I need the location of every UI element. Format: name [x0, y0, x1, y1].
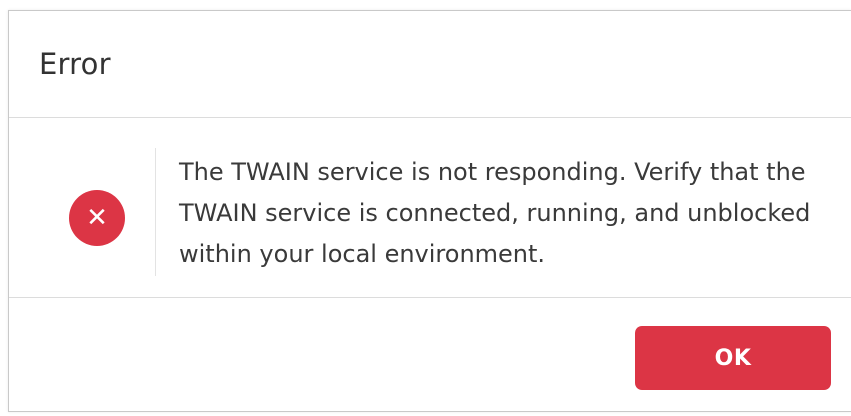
error-dialog: Error ✕ The TWAIN service is not respond…	[8, 10, 851, 412]
error-message: The TWAIN service is not responding. Ver…	[179, 158, 811, 268]
dialog-body: ✕ The TWAIN service is not responding. V…	[9, 118, 851, 298]
dialog-footer: OK	[9, 298, 851, 413]
error-icon: ✕	[69, 190, 125, 246]
body-divider	[155, 148, 156, 276]
dialog-header: Error	[9, 11, 851, 118]
dialog-title: Error	[39, 47, 111, 81]
error-icon-container: ✕	[69, 190, 125, 246]
ok-button[interactable]: OK	[635, 326, 831, 390]
